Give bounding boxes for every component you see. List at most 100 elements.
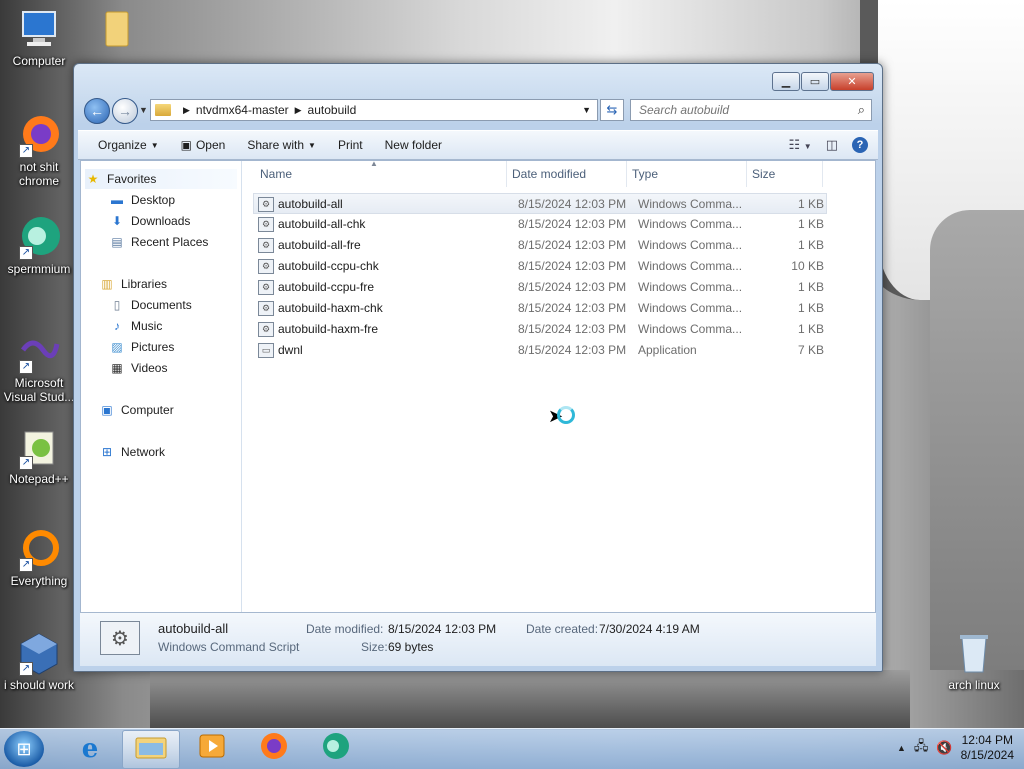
desktop-icon-not-shit-chrome[interactable]: ↗ not shit chrome: [1, 114, 77, 188]
desktop-icon-i-should-work[interactable]: ↗ i should work: [1, 632, 77, 692]
internet-explorer-icon: e: [81, 733, 99, 764]
back-button[interactable]: ←: [84, 98, 110, 124]
breadcrumb-chevron-icon[interactable]: ▶: [295, 105, 302, 116]
search-icon[interactable]: ⌕: [858, 102, 865, 118]
desktop-icon-folder[interactable]: [76, 8, 152, 54]
taskbar: ⊞ e ▲ 🖧 🔇 12:04 PM 8/15/2024: [0, 728, 1024, 769]
nav-videos[interactable]: ▦ Videos: [109, 358, 167, 378]
file-row[interactable]: ▭ dwnl 8/15/2024 12:03 PM Application 7 …: [254, 340, 826, 360]
show-hidden-icons-icon[interactable]: ▲: [897, 743, 906, 753]
clock-date: 8/15/2024: [960, 748, 1014, 762]
preview-pane-icon[interactable]: ◫: [826, 137, 838, 153]
command-script-icon: ⚙: [258, 197, 274, 212]
computer-icon: [17, 8, 61, 52]
file-row[interactable]: ⚙ autobuild-ccpu-fre 8/15/2024 12:03 PM …: [254, 277, 826, 297]
details-date-created-value: 7/30/2024 4:19 AM: [599, 622, 700, 636]
share-with-button[interactable]: Share with ▼: [236, 138, 327, 152]
taskbar-spermmium[interactable]: [308, 730, 364, 767]
breadcrumb-ntvdmx64-master[interactable]: ntvdmx64-master: [196, 103, 289, 117]
desktop-icon-computer[interactable]: Computer: [1, 8, 77, 68]
command-script-icon: ⚙: [258, 259, 274, 274]
help-icon[interactable]: ?: [852, 137, 868, 153]
file-row[interactable]: ⚙ autobuild-ccpu-chk 8/15/2024 12:03 PM …: [254, 256, 826, 276]
column-header-date-modified[interactable]: Date modified: [506, 161, 627, 187]
volume-muted-icon[interactable]: 🔇: [936, 740, 952, 756]
breadcrumb-autobuild[interactable]: autobuild: [308, 103, 357, 117]
command-bar: Organize ▼ ▣ Open Share with ▼ Print New f…: [78, 130, 878, 160]
file-row[interactable]: ⚙ autobuild-haxm-fre 8/15/2024 12:03 PM …: [254, 319, 826, 339]
print-button[interactable]: Print: [327, 138, 374, 152]
taskbar-firefox[interactable]: [246, 730, 302, 767]
search-input[interactable]: [637, 102, 851, 118]
file-row[interactable]: ⚙ autobuild-all-fre 8/15/2024 12:03 PM W…: [254, 235, 826, 255]
organize-button[interactable]: Organize ▼: [78, 138, 170, 152]
desktop-icon-notepadpp[interactable]: ↗ Notepad++: [1, 426, 77, 486]
clock[interactable]: 12:04 PM 8/15/2024: [961, 733, 1014, 763]
music-icon: ♪: [114, 319, 120, 333]
column-header-name[interactable]: Name: [254, 161, 507, 187]
navigation-row: ← → ▼ ▶ ntvdmx64-master ▶ autobuild ▼ ⇆ …: [82, 96, 874, 124]
new-folder-button[interactable]: New folder: [374, 138, 453, 152]
notepadpp-icon: ↗: [17, 426, 61, 470]
nav-downloads[interactable]: ⬇ Downloads: [109, 211, 190, 231]
column-header-type[interactable]: Type: [626, 161, 747, 187]
shortcut-arrow-icon: ↗: [19, 456, 33, 470]
visual-studio-icon: ↗: [17, 330, 61, 374]
desktop-icon-arch-linux[interactable]: arch linux: [936, 632, 1012, 692]
chevron-down-icon: ▼: [308, 140, 316, 150]
start-button[interactable]: ⊞: [4, 731, 44, 767]
desktop-icon-everything[interactable]: ↗ Everything: [1, 528, 77, 588]
command-script-icon: ⚙: [100, 621, 140, 655]
taskbar-media-player[interactable]: [184, 730, 240, 767]
taskbar-internet-explorer[interactable]: e: [62, 730, 118, 767]
network-tray-icon[interactable]: 🖧: [914, 737, 929, 759]
nav-pictures[interactable]: ▨ Pictures: [109, 337, 174, 357]
desktop-icon-visual-studio[interactable]: ↗ Microsoft Visual Stud...: [1, 330, 77, 404]
command-script-icon: ⚙: [258, 280, 274, 295]
file-row[interactable]: ⚙ autobuild-all-chk 8/15/2024 12:03 PM W…: [254, 214, 826, 234]
change-view-icon[interactable]: ☷ ▼: [789, 137, 812, 153]
close-button[interactable]: ✕: [830, 72, 874, 91]
libraries-icon: ▥: [101, 277, 113, 291]
nav-favorites[interactable]: ★ Favorites: [85, 169, 237, 189]
search-box[interactable]: ⌕: [630, 99, 872, 121]
virtualbox-icon: ↗: [17, 632, 61, 676]
desktop-icon: ▬: [111, 193, 123, 207]
nav-documents[interactable]: ▯ Documents: [109, 295, 192, 315]
open-button[interactable]: ▣ Open: [170, 138, 237, 152]
desktop-icon-label: Microsoft Visual Stud...: [3, 376, 75, 404]
open-icon: ▣: [180, 138, 192, 152]
minimize-button[interactable]: ▁: [772, 72, 800, 91]
column-header-size[interactable]: Size: [746, 161, 823, 187]
taskbar-windows-explorer[interactable]: [122, 730, 180, 769]
shortcut-arrow-icon: ↗: [19, 558, 33, 572]
address-bar[interactable]: ▶ ntvdmx64-master ▶ autobuild ▼: [150, 99, 598, 121]
nav-recent-places[interactable]: ▤ Recent Places: [109, 232, 208, 252]
nav-libraries[interactable]: ▥ Libraries: [99, 274, 167, 294]
caption-buttons: ▁ ▭ ✕: [772, 72, 874, 91]
background-floor: [150, 670, 910, 730]
folder-icon: [155, 104, 171, 116]
command-script-icon: ⚙: [258, 238, 274, 253]
maximize-button[interactable]: ▭: [801, 72, 829, 91]
forward-button[interactable]: →: [112, 98, 138, 124]
details-file-name: autobuild-all: [158, 621, 229, 636]
nav-network[interactable]: ⊞ Network: [99, 442, 165, 462]
explorer-window: ▁ ▭ ✕ ← → ▼ ▶ ntvdmx64-master ▶ autobuil…: [73, 63, 883, 672]
breadcrumb-chevron-icon[interactable]: ▶: [183, 105, 190, 116]
firefox-icon: [259, 731, 289, 767]
nav-music[interactable]: ♪ Music: [109, 316, 162, 336]
pictures-icon: ▨: [111, 340, 123, 354]
address-dropdown-icon[interactable]: ▼: [582, 105, 591, 115]
shortcut-arrow-icon: ↗: [19, 360, 33, 374]
system-tray: ▲ 🖧 🔇 12:04 PM 8/15/2024: [897, 733, 1014, 763]
refresh-button[interactable]: ⇆: [600, 99, 624, 121]
file-row[interactable]: ⚙ autobuild-haxm-chk 8/15/2024 12:03 PM …: [254, 298, 826, 318]
nav-computer[interactable]: ▣ Computer: [99, 400, 173, 420]
nav-desktop[interactable]: ▬ Desktop: [109, 190, 175, 210]
desktop-icon-spermmium[interactable]: ↗ spermmium: [1, 216, 77, 276]
recent-pages-chevron-icon[interactable]: ▼: [139, 105, 148, 115]
clock-time: 12:04 PM: [961, 733, 1013, 747]
file-row[interactable]: ⚙ autobuild-all 8/15/2024 12:03 PM Windo…: [253, 193, 827, 214]
background-seat: [930, 210, 1024, 670]
